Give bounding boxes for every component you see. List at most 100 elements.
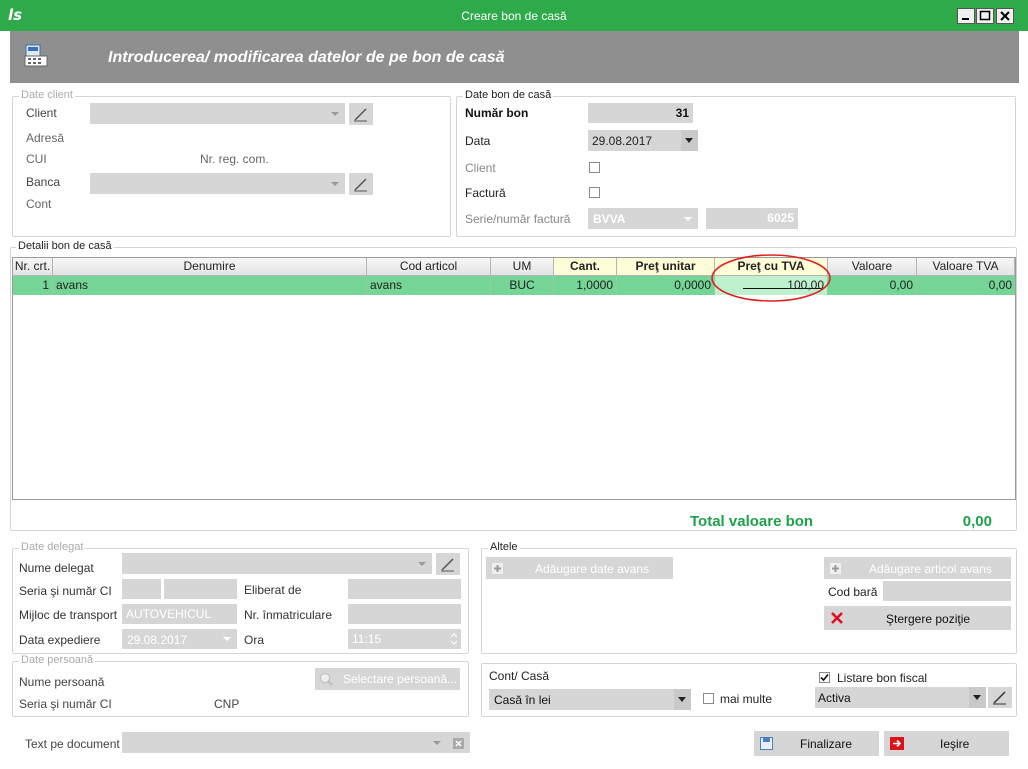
nr-inmatriculare-field[interactable] [348, 604, 461, 624]
cash-register-icon [24, 44, 48, 67]
cell-cod[interactable]: avans [367, 276, 491, 295]
cell-denumire[interactable]: avans [53, 276, 367, 295]
mijloc-transport-field[interactable]: AUTOVEHICUL [122, 604, 237, 624]
finalizare-label: Finalizare [800, 737, 853, 751]
cont-casa-value: Casă în lei [494, 693, 551, 707]
stergere-pozitie-button[interactable]: Ştergere poziţie [824, 606, 1011, 630]
numar-ci-field[interactable] [164, 579, 237, 599]
adaugare-articol-avans-label: Adăugare articol avans [869, 562, 992, 576]
adaugare-articol-avans-button[interactable]: Adăugare articol avans [824, 557, 1011, 579]
client-combo[interactable] [90, 103, 345, 124]
printer-edit-button[interactable] [988, 687, 1012, 708]
listare-bon-checkbox[interactable] [819, 672, 830, 683]
cell-valoare-tva[interactable]: 0,00 [917, 276, 1015, 295]
nume-delegat-combo[interactable] [122, 553, 432, 574]
factura-checkbox[interactable] [589, 187, 600, 198]
exit-icon [890, 737, 904, 750]
cell-nr[interactable]: 1 [13, 276, 53, 295]
client-group-title: Date client [19, 89, 75, 101]
factura-label: Factură [465, 186, 506, 200]
data-expediere-picker[interactable]: 29.08.2017 [122, 629, 237, 649]
data-expediere-value: 29.08.2017 [127, 633, 188, 647]
col-header-valoare[interactable]: Valoare [828, 258, 917, 276]
save-icon [760, 737, 773, 750]
chevron-down-icon [685, 138, 693, 143]
delegat-group-title: Date delegat [19, 541, 86, 553]
close-button[interactable] [996, 8, 1014, 24]
check-icon [820, 673, 829, 682]
data-bon-date-picker[interactable]: 29.08.2017 [588, 130, 698, 151]
serie-factura-value: BVVA [593, 212, 626, 226]
col-header-um[interactable]: UM [491, 258, 554, 276]
adaugare-date-avans-button[interactable]: Adăugare date avans [486, 557, 673, 579]
banca-edit-button[interactable] [349, 173, 373, 195]
pencil-icon [993, 691, 1006, 705]
chevron-down-icon [678, 697, 686, 702]
printer-dropdown-button[interactable] [969, 687, 986, 708]
bon-group-title: Date bon de casă [463, 89, 554, 101]
client-label: Client [26, 106, 57, 120]
cell-cant[interactable]: 1,0000 [554, 276, 617, 295]
stergere-pozitie-label: Ştergere poziţie [886, 612, 971, 626]
numar-bon-field[interactable]: 31 [588, 103, 693, 123]
iesire-label: Ieşire [940, 737, 970, 751]
persoana-seria-label: Seria şi număr CI [19, 697, 112, 711]
minimize-icon [962, 18, 969, 20]
col-header-pret-unitar[interactable]: Preţ unitar [617, 258, 715, 276]
chevron-down-icon [331, 181, 339, 186]
seria-ci-field[interactable] [122, 579, 161, 599]
cont-casa-combo[interactable]: Casă în lei [489, 689, 691, 710]
nr-inmatriculare-label: Nr. înmatriculare [244, 608, 333, 622]
mijloc-transport-label: Mijloc de transport [19, 608, 118, 622]
cell-pret-unitar[interactable]: 0,0000 [617, 276, 715, 295]
col-header-valoare-tva[interactable]: Valoare TVA [917, 258, 1015, 276]
text-document-label: Text pe document [25, 737, 120, 751]
eliberat-field[interactable] [348, 579, 461, 599]
mai-multe-checkbox[interactable] [703, 693, 714, 704]
chevron-down-icon [331, 111, 339, 116]
person-search-icon [320, 673, 333, 686]
iesire-button[interactable]: Ieşire [884, 731, 1009, 756]
finalizare-button[interactable]: Finalizare [754, 731, 879, 756]
col-header-denumire[interactable]: Denumire [53, 258, 367, 276]
items-grid[interactable]: Nr. crt. Denumire Cod articol UM Cant. P… [12, 257, 1016, 500]
pencil-icon [354, 178, 367, 192]
banca-combo[interactable] [90, 173, 345, 194]
nrreg-label: Nr. reg. com. [200, 152, 269, 166]
date-dropdown-button[interactable] [681, 130, 698, 151]
spinner-arrows-icon [450, 633, 458, 645]
minimize-button[interactable] [957, 8, 975, 24]
delete-x-icon [831, 612, 843, 624]
plus-icon [492, 563, 503, 574]
plus-icon [830, 563, 841, 574]
serie-factura-combo[interactable]: BVVA [588, 208, 698, 229]
chevron-down-icon [433, 740, 441, 745]
data-expediere-label: Data expediere [19, 633, 101, 647]
cell-um[interactable]: BUC [491, 276, 554, 295]
adresa-label: Adresă [26, 131, 65, 145]
cont-label: Cont [26, 197, 52, 211]
bon-client-checkbox[interactable] [589, 162, 600, 173]
printer-combo[interactable]: Activa [815, 687, 986, 708]
highlight-ellipse [711, 254, 831, 302]
col-header-cant[interactable]: Cant. [554, 258, 617, 276]
selectare-persoana-button[interactable]: Selectare persoană... [315, 668, 460, 690]
cont-dropdown-button[interactable] [674, 689, 691, 710]
numar-factura-field[interactable]: 6025 [706, 208, 798, 229]
maximize-button[interactable] [976, 8, 994, 24]
persoana-group-title: Date persoană [19, 654, 96, 666]
delegat-edit-button[interactable] [436, 553, 460, 575]
cod-bara-field[interactable] [883, 581, 1011, 601]
numar-bon-label: Număr bon [465, 106, 529, 120]
chevron-down-icon [684, 216, 692, 221]
nume-delegat-label: Nume delegat [19, 561, 94, 575]
printer-value: Activa [818, 691, 851, 705]
text-document-combo[interactable] [122, 732, 470, 753]
pencil-icon [441, 558, 454, 572]
client-edit-button[interactable] [349, 103, 373, 125]
col-header-nr[interactable]: Nr. crt. [13, 258, 53, 276]
ora-spinner[interactable]: 11:15 [348, 629, 461, 649]
col-header-cod[interactable]: Cod articol [367, 258, 491, 276]
cell-valoare[interactable]: 0,00 [828, 276, 917, 295]
page-title: Introducerea/ modificarea datelor de pe … [108, 49, 505, 66]
